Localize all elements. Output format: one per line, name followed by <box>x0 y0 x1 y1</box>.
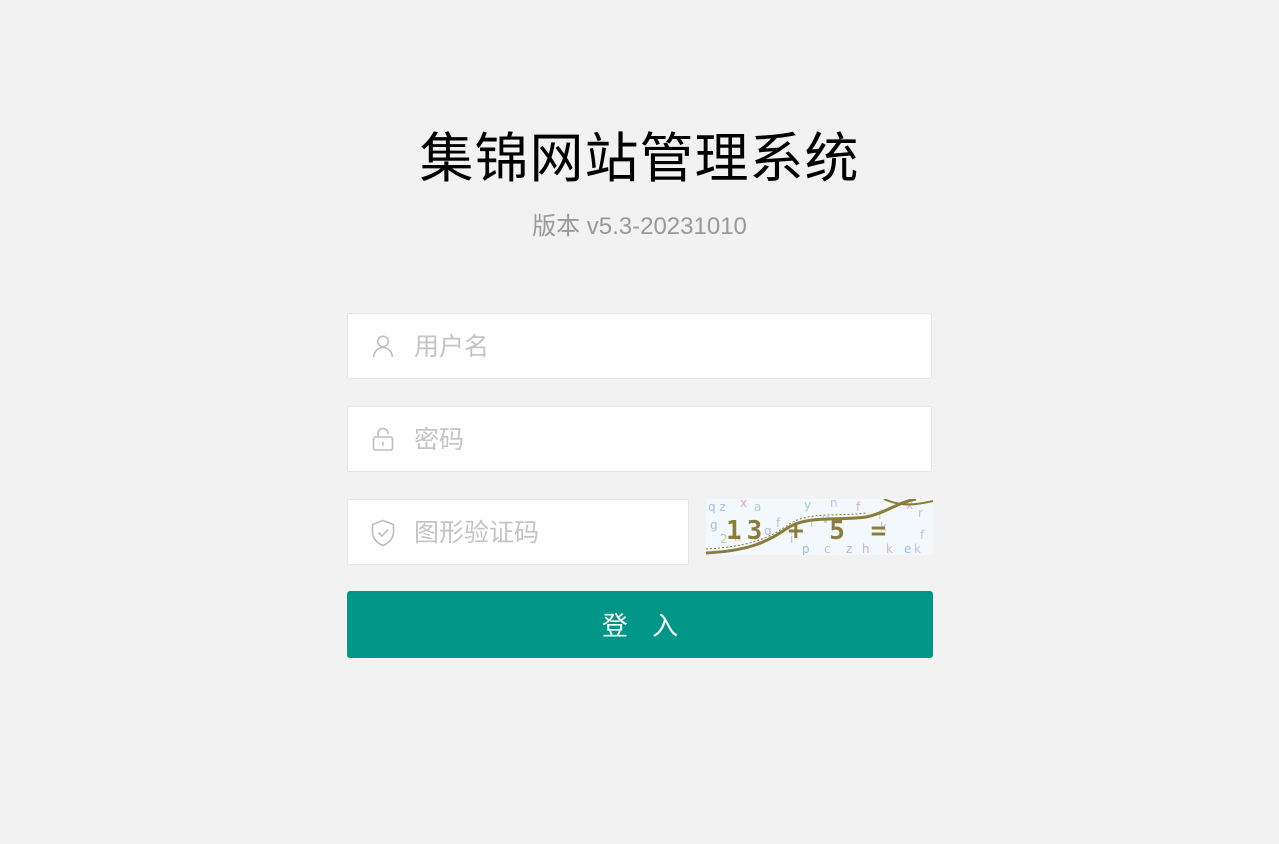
captcha-input[interactable] <box>414 500 674 564</box>
shield-icon <box>370 519 396 547</box>
user-icon <box>370 333 396 359</box>
svg-text:r: r <box>918 506 923 520</box>
svg-text:q z: q z <box>708 500 726 514</box>
username-field[interactable] <box>347 313 932 379</box>
username-input[interactable] <box>414 314 917 378</box>
svg-text:n: n <box>830 499 838 510</box>
svg-text:e: e <box>904 542 911 555</box>
svg-text:f: f <box>920 528 925 542</box>
lock-icon <box>370 426 396 452</box>
captcha-expression: 13 + 5 = <box>726 516 891 546</box>
password-input[interactable] <box>414 407 917 471</box>
page-title: 集锦网站管理系统 <box>419 127 860 190</box>
svg-text:x: x <box>740 499 747 510</box>
svg-text:y: y <box>804 499 811 512</box>
svg-text:k: k <box>914 542 921 555</box>
login-page: 集锦网站管理系统 版本 v5.3-20231010 用户名 图形验证码 q z … <box>0 0 1279 844</box>
password-field[interactable] <box>347 406 932 472</box>
version-label: 版本 v5.3-20231010 <box>532 213 747 240</box>
svg-text:a: a <box>754 500 761 514</box>
captcha-image[interactable]: q z x a y n f f x r g 2 k q f i p i v c … <box>706 499 933 555</box>
captcha-field[interactable] <box>347 499 689 565</box>
svg-text:g: g <box>710 518 718 532</box>
svg-text:f: f <box>856 500 861 514</box>
login-button[interactable]: 登 入 <box>347 591 933 658</box>
